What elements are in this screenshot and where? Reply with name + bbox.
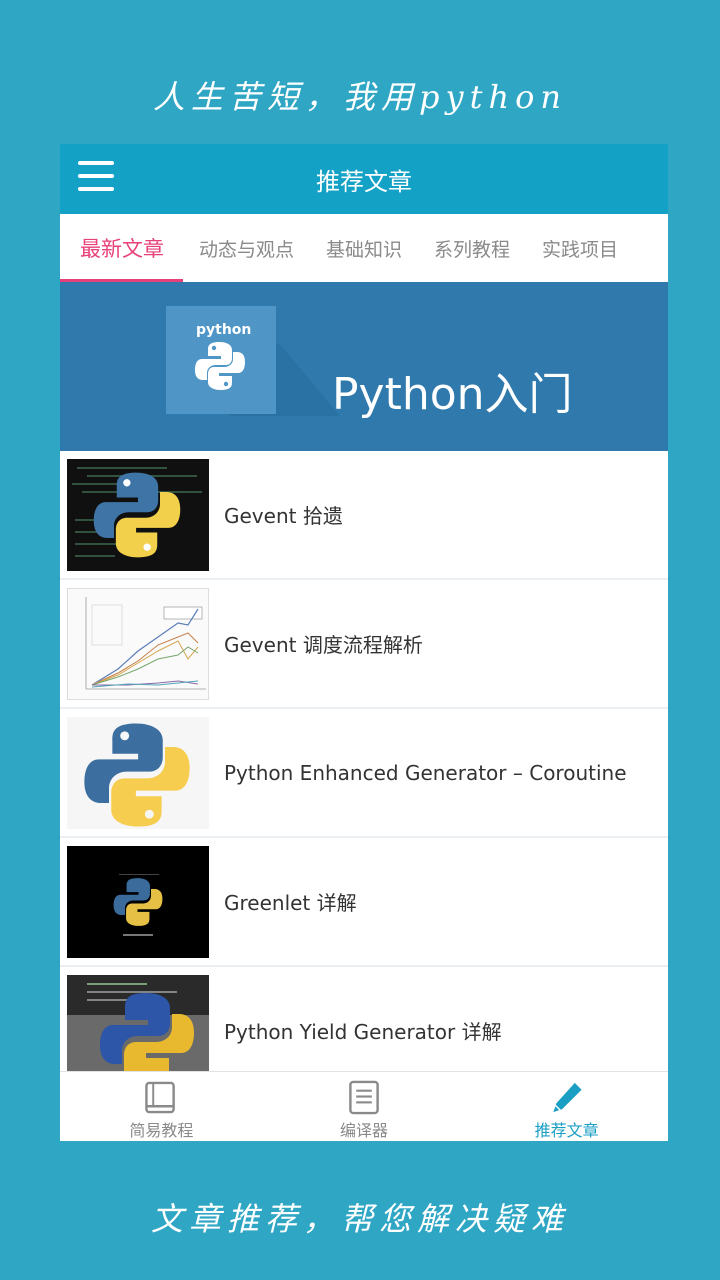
nav-label: 推荐文章	[534, 1121, 599, 1140]
hamburger-menu-icon[interactable]	[78, 161, 114, 197]
nav-tutorials[interactable]: 简易教程	[60, 1072, 263, 1141]
python-logo-icon	[195, 342, 245, 390]
page-title: 推荐文章	[316, 167, 412, 196]
article-thumbnail	[67, 587, 209, 700]
tab-latest[interactable]: 最新文章	[60, 214, 183, 282]
nav-label: 简易教程	[129, 1121, 194, 1140]
list-item[interactable]: Greenlet 详解	[60, 838, 668, 967]
promo-top-slogan: 人生苦短，我用python	[153, 78, 567, 116]
list-item[interactable]: Gevent 调度流程解析	[60, 580, 668, 709]
tab-news-opinions[interactable]: 动态与观点	[183, 214, 310, 282]
article-title: Gevent 调度流程解析	[224, 633, 423, 657]
list-item[interactable]: Python Enhanced Generator – Coroutine	[60, 709, 668, 838]
article-thumbnail	[67, 716, 209, 829]
article-title: Greenlet 详解	[224, 891, 357, 915]
article-title: Python Yield Generator 详解	[224, 1020, 502, 1044]
article-thumbnail	[67, 974, 209, 1087]
pencil-icon	[553, 1082, 582, 1113]
nav-recommended[interactable]: 推荐文章	[465, 1072, 668, 1141]
tab-series-tutorials[interactable]: 系列教程	[418, 214, 526, 282]
bottom-navigation: 简易教程 编译器 推荐文章	[60, 1071, 668, 1141]
app-screen: 推荐文章 最新文章 动态与观点 基础知识 系列教程 实践项目 python Py…	[60, 144, 668, 1141]
banner-title: Python入门	[332, 369, 573, 420]
tab-projects[interactable]: 实践项目	[526, 214, 634, 282]
article-title: Gevent 拾遗	[224, 504, 343, 528]
article-list: Gevent 拾遗 Gevent 调度流程解析 Python Enhanced …	[60, 451, 668, 1096]
python-logo-icon	[93, 472, 181, 557]
line-chart-thumbnail	[85, 596, 206, 689]
article-thumbnail	[67, 458, 209, 571]
tab-basics[interactable]: 基础知识	[310, 214, 418, 282]
book-icon	[145, 1081, 176, 1114]
app-bar: 推荐文章	[60, 144, 668, 214]
nav-label: 编译器	[340, 1121, 389, 1140]
python-logo-icon	[113, 877, 163, 926]
list-item[interactable]: Gevent 拾遗	[60, 451, 668, 580]
document-icon	[349, 1080, 379, 1115]
article-thumbnail	[67, 845, 209, 958]
python-logo-icon	[84, 722, 190, 827]
promo-bottom-slogan: 文章推荐，帮您解决疑难	[150, 1200, 569, 1238]
banner-logo-text: python	[196, 322, 252, 338]
nav-compiler[interactable]: 编译器	[263, 1072, 466, 1141]
article-title: Python Enhanced Generator – Coroutine	[224, 760, 627, 785]
category-tabs: 最新文章 动态与观点 基础知识 系列教程 实践项目	[60, 214, 668, 282]
featured-banner[interactable]: python Python入门	[60, 282, 668, 451]
